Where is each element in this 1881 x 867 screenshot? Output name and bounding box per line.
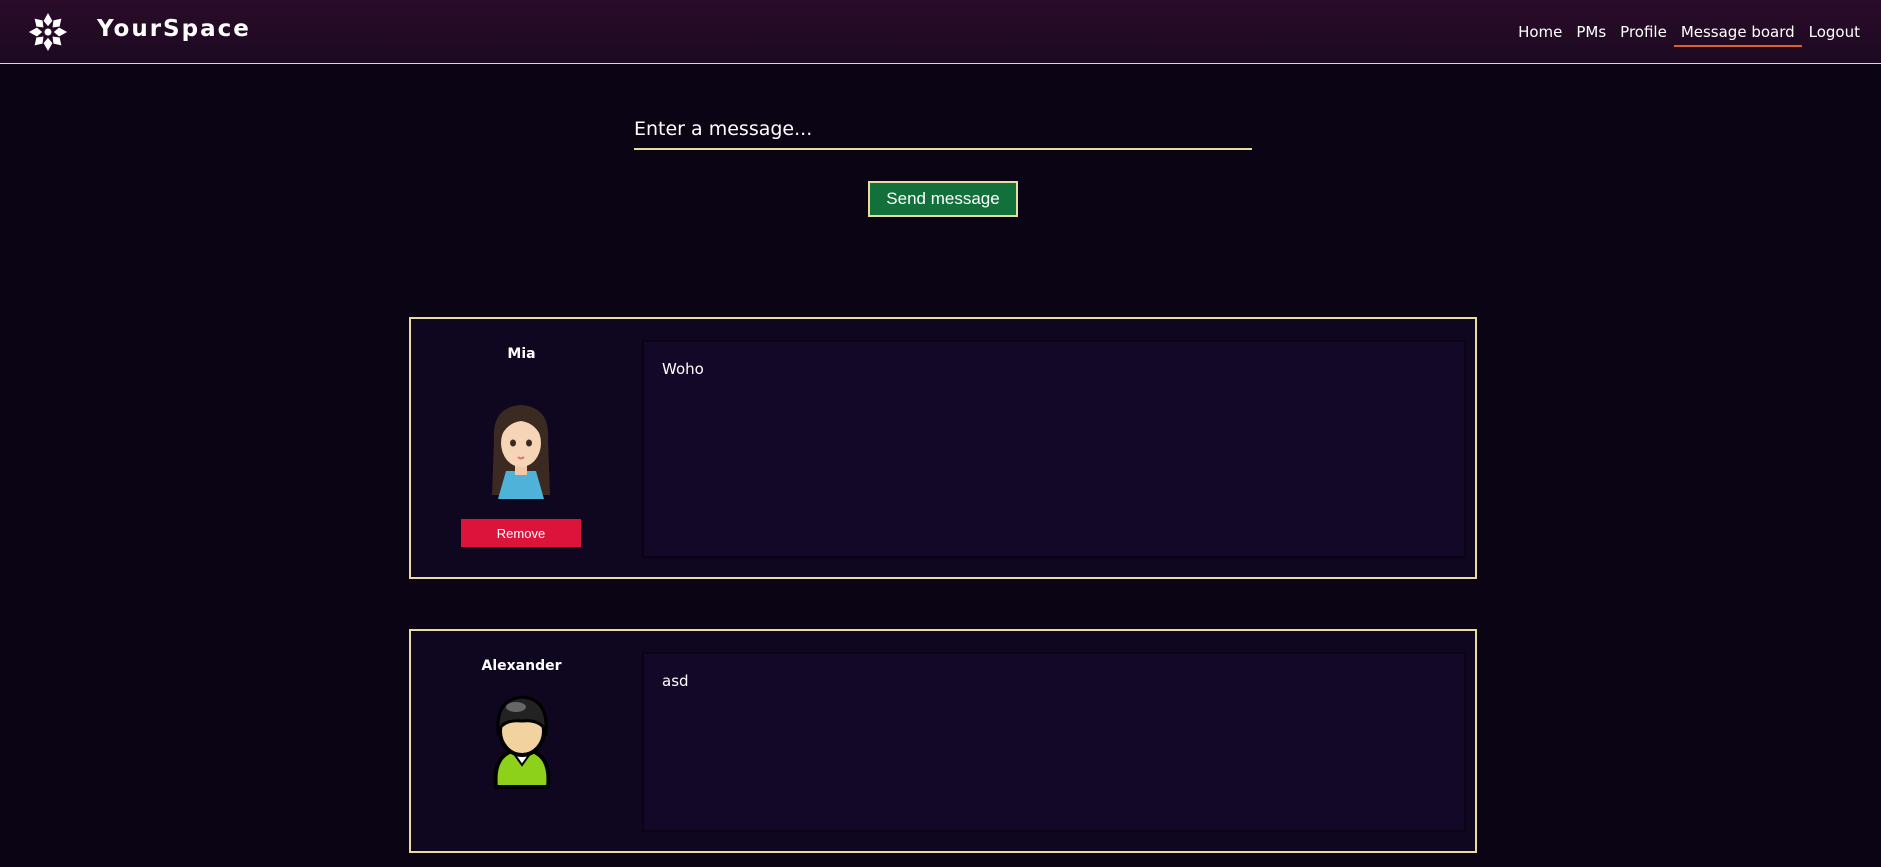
- message-input[interactable]: [634, 110, 1252, 150]
- message-text: Woho: [662, 360, 704, 378]
- snowflake-logo-icon[interactable]: [27, 11, 69, 53]
- nav-logout-link[interactable]: Logout: [1802, 21, 1867, 47]
- post-author: Mia: [507, 346, 536, 362]
- male-avatar-icon: [493, 695, 551, 789]
- nav-links: Home PMs Profile Message board Logout: [1511, 21, 1867, 47]
- message-post: Mia Remove Woho: [409, 317, 1477, 579]
- message-text: asd: [662, 672, 689, 690]
- post-author: Alexander: [481, 658, 562, 674]
- top-navbar: YourSpace Home PMs Profile Message board…: [0, 0, 1881, 64]
- nav-home-link[interactable]: Home: [1511, 21, 1569, 47]
- nav-message-board-link[interactable]: Message board: [1673, 21, 1802, 47]
- nav-profile-link[interactable]: Profile: [1613, 21, 1674, 47]
- female-avatar-icon: [492, 405, 550, 499]
- remove-button[interactable]: Remove: [461, 519, 581, 547]
- brand-title[interactable]: YourSpace: [97, 16, 251, 42]
- message-post: Alexander asd: [409, 629, 1477, 853]
- nav-pms-link[interactable]: PMs: [1569, 21, 1613, 47]
- message-content-box: asd: [642, 652, 1466, 832]
- send-message-button[interactable]: Send message: [868, 181, 1018, 217]
- message-content-box: Woho: [642, 340, 1466, 558]
